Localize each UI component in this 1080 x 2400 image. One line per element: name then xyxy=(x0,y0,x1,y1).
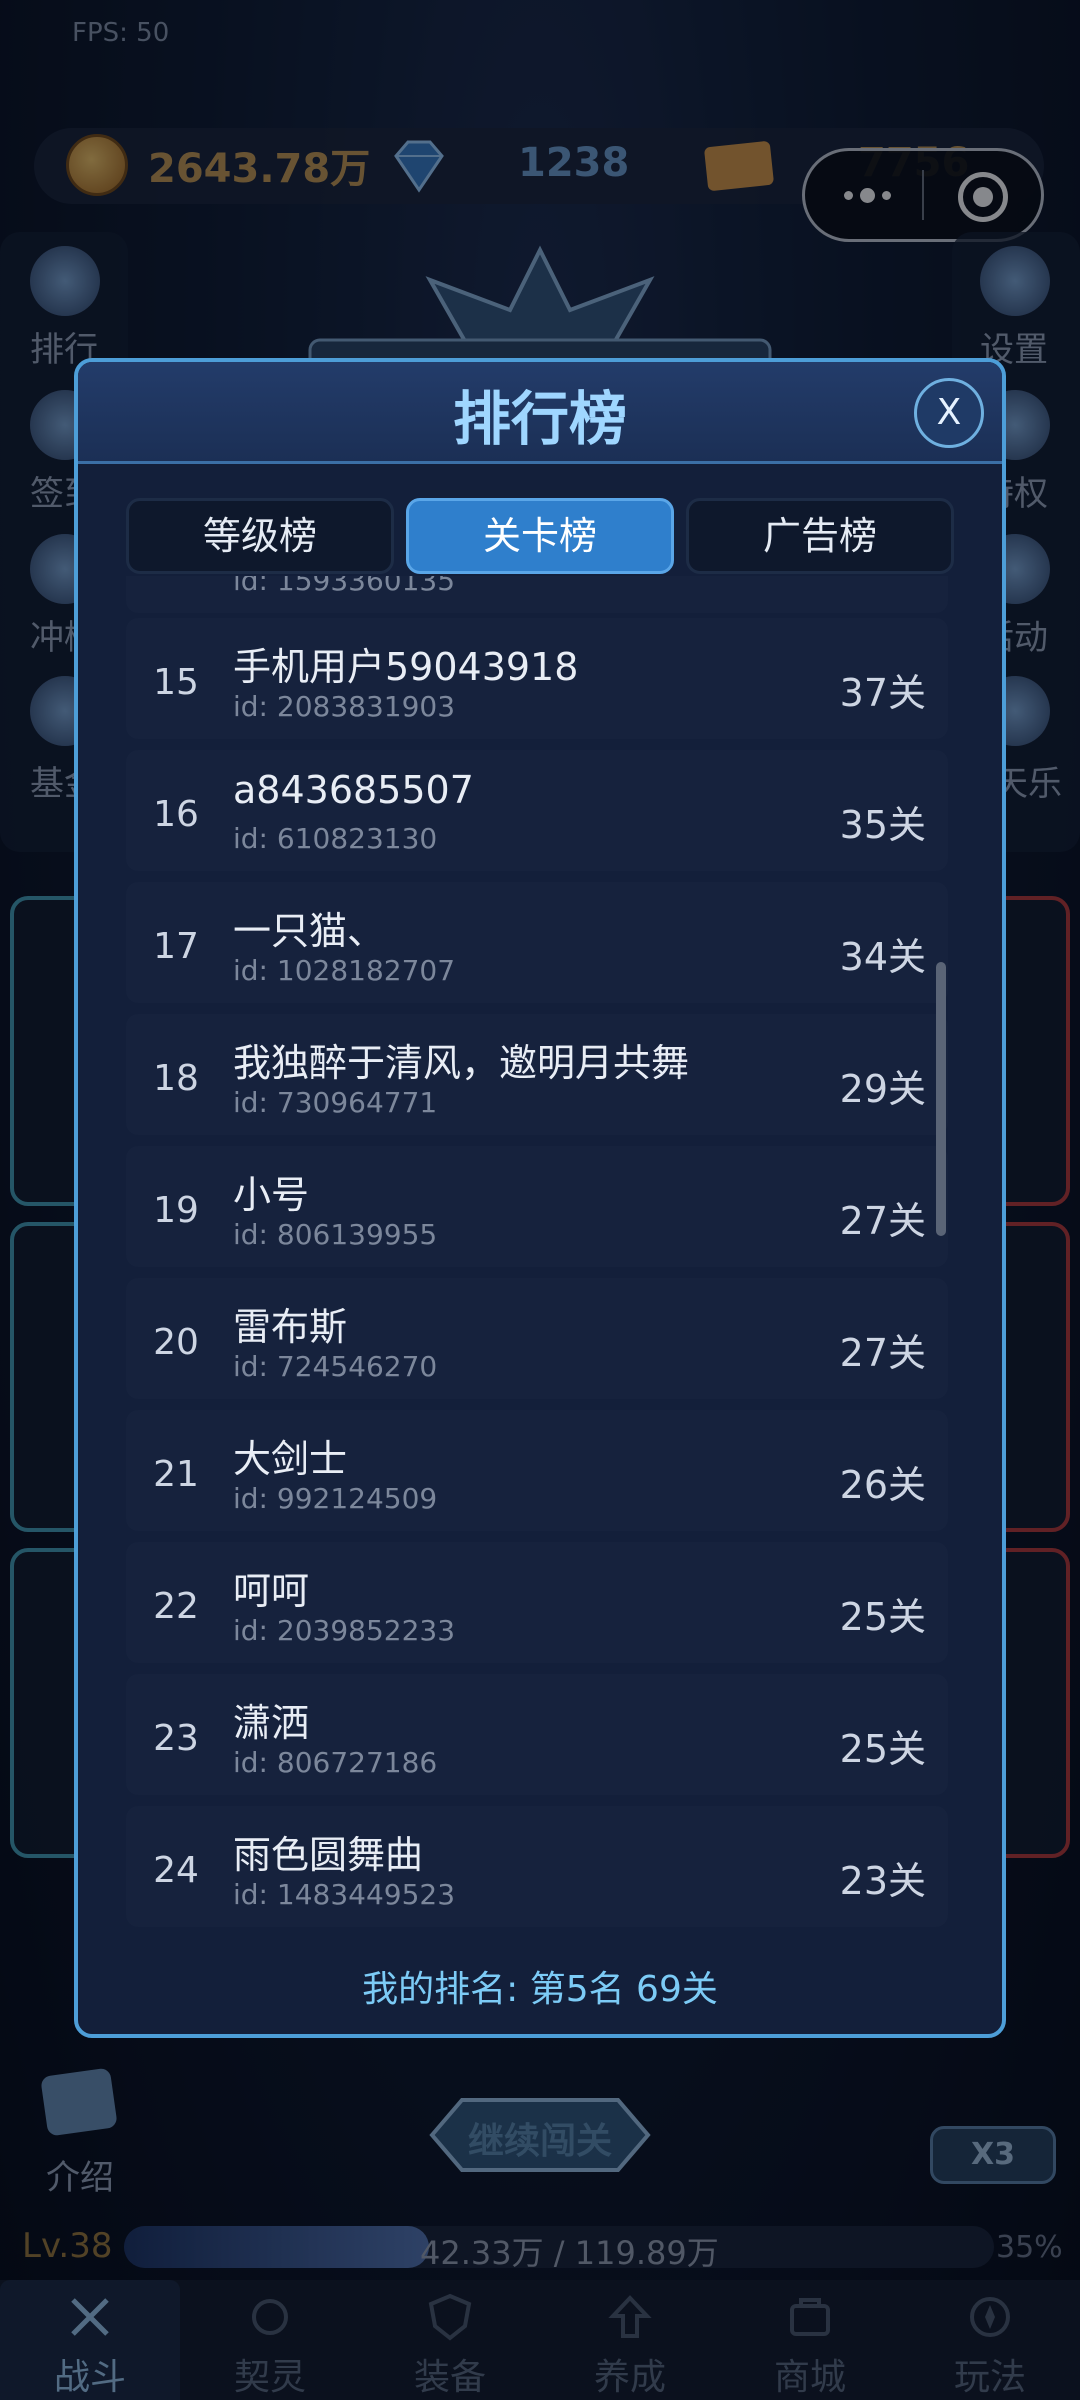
player-name: 雷布斯 xyxy=(233,1305,348,1349)
stage-count: 25关 xyxy=(839,1727,926,1771)
rank-number: 24 xyxy=(153,1850,199,1891)
rank-number: 23 xyxy=(153,1718,199,1759)
player-id: id: 1028182707 xyxy=(233,954,456,987)
stage-count: 23关 xyxy=(839,1859,926,1903)
player-name: 手机用户59043918 xyxy=(233,645,579,689)
list-item[interactable]: 23 潇洒 id: 806727186 25关 xyxy=(126,1674,948,1795)
player-id: id: 610823130 xyxy=(233,822,438,855)
stage-count: 34关 xyxy=(839,935,926,979)
rank-number: 22 xyxy=(153,1586,199,1627)
stage-count: 27关 xyxy=(839,1199,926,1243)
modal-title: 排行榜 xyxy=(452,385,627,453)
list-item[interactable]: 20 雷布斯 id: 724546270 27关 xyxy=(126,1278,948,1399)
stage-count: 26关 xyxy=(839,1463,926,1507)
stage-count: 37关 xyxy=(839,671,926,715)
stage-count: 35关 xyxy=(839,803,926,847)
player-id: id: 806139955 xyxy=(233,1218,438,1251)
player-name: 小号 xyxy=(233,1173,310,1217)
stage-count: 27关 xyxy=(839,1331,926,1375)
tab-ad-rank[interactable]: 广告榜 xyxy=(686,498,954,574)
stage-count: 29关 xyxy=(839,1067,926,1111)
player-name: 我独醉于清风，邀明月共舞 xyxy=(233,1041,690,1085)
player-id: id: 992124509 xyxy=(233,1482,438,1515)
rank-number: 20 xyxy=(153,1322,199,1363)
player-name: 一只猫、 xyxy=(233,909,386,953)
rank-number: 18 xyxy=(153,1058,199,1099)
list-scrollbar[interactable] xyxy=(936,962,946,1236)
list-item[interactable]: 16 a843685507 id: 610823130 35关 xyxy=(126,750,948,871)
rank-number: 21 xyxy=(153,1454,199,1495)
my-rank: 我的排名: 第5名 69关 xyxy=(362,1969,718,2010)
list-item[interactable]: 24 雨色圆舞曲 id: 1483449523 23关 xyxy=(126,1806,948,1927)
player-id: id: 1593360135 xyxy=(233,576,456,597)
rank-number: 17 xyxy=(153,926,199,967)
player-id: id: 2083831903 xyxy=(233,690,456,723)
player-name: 大剑士 xyxy=(233,1437,348,1481)
player-name: 呵呵 xyxy=(233,1569,310,1613)
rank-number: 19 xyxy=(153,1190,199,1231)
list-item[interactable]: 17 一只猫、 id: 1028182707 34关 xyxy=(126,882,948,1003)
list-item[interactable]: 18 我独醉于清风，邀明月共舞 id: 730964771 29关 xyxy=(126,1014,948,1135)
player-id: id: 2039852233 xyxy=(233,1614,456,1647)
list-item[interactable]: 19 小号 id: 806139955 27关 xyxy=(126,1146,948,1267)
tab-stage-rank[interactable]: 关卡榜 xyxy=(406,498,674,574)
player-id: id: 724546270 xyxy=(233,1350,438,1383)
stage-count: 25关 xyxy=(839,1595,926,1639)
player-name: 雨色圆舞曲 xyxy=(233,1833,424,1877)
list-item[interactable]: 21 大剑士 id: 992124509 26关 xyxy=(126,1410,948,1531)
player-name: a843685507 xyxy=(233,768,474,812)
player-id: id: 806727186 xyxy=(233,1746,438,1779)
rank-number: 16 xyxy=(153,794,199,835)
rank-number: 15 xyxy=(153,662,199,703)
list-item[interactable]: 22 呵呵 id: 2039852233 25关 xyxy=(126,1542,948,1663)
player-id: id: 1483449523 xyxy=(233,1878,456,1911)
list-item[interactable]: 15 手机用户59043918 id: 2083831903 37关 xyxy=(126,618,948,739)
player-id: id: 730964771 xyxy=(233,1086,438,1119)
player-name: 潇洒 xyxy=(233,1701,310,1745)
ranking-list[interactable]: id: 1593360135 15 手机用户59043918 id: 20838… xyxy=(126,576,956,1936)
close-button[interactable]: X xyxy=(914,378,984,448)
tab-level-rank[interactable]: 等级榜 xyxy=(126,498,394,574)
list-item[interactable]: id: 1593360135 xyxy=(126,576,948,613)
